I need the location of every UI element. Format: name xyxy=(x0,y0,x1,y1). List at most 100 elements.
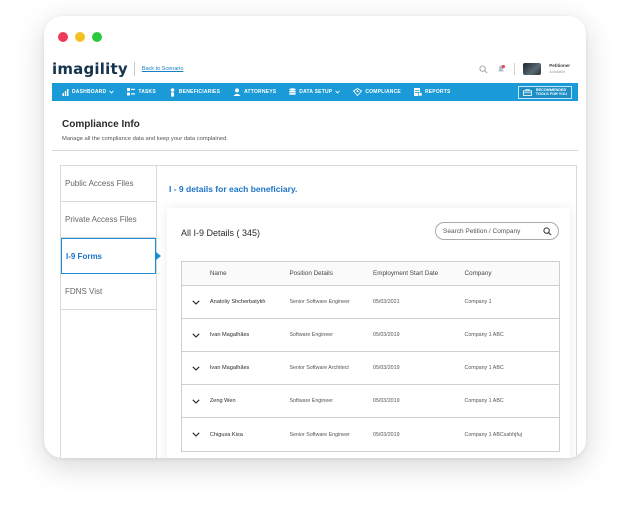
nav-tasks-label: TASKS xyxy=(138,89,156,95)
table-row[interactable]: Anatoliy Shcherbatykh Senior Software En… xyxy=(182,286,559,319)
nav-attorneys[interactable]: ATTORNEYS xyxy=(233,88,276,96)
cell-start-date: 05/03/2019 xyxy=(373,332,400,338)
nav-tasks[interactable]: TASKS xyxy=(127,88,156,96)
nav-beneficiaries-label: BENEFICIARIES xyxy=(178,89,221,95)
nav-reports-label: REPORTS xyxy=(424,89,451,95)
toolbox-icon xyxy=(522,88,532,96)
user-status: Available xyxy=(549,69,566,74)
i9-main: I - 9 details for each beneficiary. All … xyxy=(167,166,576,458)
cell-start-date: 05/03/2019 xyxy=(373,365,400,371)
page-title: Compliance Info xyxy=(62,119,140,130)
cell-start-date: 05/03/2019 xyxy=(373,431,400,438)
header-divider xyxy=(514,63,516,75)
chevron-down-icon xyxy=(335,90,341,94)
sidebar-item-private-access-files[interactable]: Private Access Files xyxy=(61,202,156,238)
nav-dashboard-label: DASHBOARD xyxy=(72,89,107,95)
cell-company: Company 1 ABCsahhjfuj xyxy=(464,431,522,438)
person-icon xyxy=(170,87,175,97)
expand-chevron-icon[interactable] xyxy=(182,299,210,305)
app-window: imagility Back to Scenario Petitioner Av… xyxy=(44,16,586,458)
nav-data-setup[interactable]: DATA SETUP xyxy=(289,88,341,96)
header-actions: Petitioner Available xyxy=(479,63,578,75)
recommended-line-2: TOOLS FOR YOU xyxy=(535,92,567,96)
table-row[interactable]: Ivan Magalhães Senior Software Architect… xyxy=(182,352,559,385)
user-info[interactable]: Petitioner Available xyxy=(549,63,570,75)
close-window-button[interactable] xyxy=(58,32,68,42)
expand-chevron-icon[interactable] xyxy=(182,398,210,404)
column-header-start-date[interactable]: Employment Start Date xyxy=(373,270,465,277)
panel-title: All I-9 Details ( 345) xyxy=(181,228,261,238)
cell-company: Company 1 xyxy=(464,299,492,305)
page-subtitle: Manage all the compliance data and keep … xyxy=(62,136,228,142)
cell-name: Ivan Magalhães xyxy=(209,332,250,338)
tasks-icon xyxy=(127,88,136,96)
sidebar-item-label: I-9 Forms xyxy=(66,251,103,261)
expand-chevron-icon[interactable] xyxy=(182,432,210,437)
search-input[interactable]: Search Petition / Company xyxy=(435,222,559,240)
cell-company: Company 1 ABC xyxy=(464,365,504,371)
i9-details-panel: All I-9 Details ( 345) Search Petition /… xyxy=(167,208,570,458)
main-nav: DASHBOARD TASKS BENEFICIARIES ATTORNEYS … xyxy=(52,83,578,101)
maximize-window-button[interactable] xyxy=(92,32,102,42)
section-title: I - 9 details for each beneficiary. xyxy=(169,184,298,194)
cell-name: Ivan Magalhães xyxy=(209,365,250,371)
cell-name: Anatoliy Shcherbatykh xyxy=(209,299,266,305)
nav-data-setup-label: DATA SETUP xyxy=(299,89,333,95)
table-row[interactable]: Zeng Wen Software Engineer 05/03/2019 Co… xyxy=(182,385,559,418)
database-icon xyxy=(289,88,296,95)
nav-attorneys-label: ATTORNEYS xyxy=(244,89,277,95)
imagility-logo[interactable]: imagility xyxy=(52,60,128,78)
column-header-position[interactable]: Position Details xyxy=(289,270,373,277)
sidebar-item-label: Private Access Files xyxy=(65,215,137,224)
nav-beneficiaries[interactable]: BENEFICIARIES xyxy=(169,87,221,97)
column-header-company[interactable]: Company xyxy=(465,270,560,277)
recommended-tools-button[interactable]: RECOMMENDED TOOLS FOR YOU xyxy=(517,85,572,99)
nav-reports[interactable]: REPORTS xyxy=(413,88,451,96)
column-header-name[interactable]: Name xyxy=(210,270,290,277)
bar-chart-icon xyxy=(62,88,69,96)
nav-compliance-label: COMPLIANCE xyxy=(365,89,401,95)
cell-position: Senior Software Architect xyxy=(289,365,349,371)
sidebar-item-fdns-vist[interactable]: FDNS Vist xyxy=(61,274,156,310)
search-icon[interactable] xyxy=(543,226,552,236)
page-header: Compliance Info Manage all the complianc… xyxy=(62,119,228,142)
compliance-icon xyxy=(353,88,363,96)
sidebar-item-i9-forms[interactable]: I-9 Forms xyxy=(61,238,161,274)
cell-position: Senior Software Engineer xyxy=(289,299,350,305)
expand-chevron-icon[interactable] xyxy=(182,365,210,371)
user-avatar[interactable] xyxy=(523,63,542,75)
sidebar-item-label: FDNS Vist xyxy=(65,287,103,296)
app-header: imagility Back to Scenario Petitioner Av… xyxy=(52,58,578,80)
reports-icon xyxy=(413,88,422,96)
attorney-icon xyxy=(233,88,241,96)
notification-bell-icon[interactable] xyxy=(496,64,506,74)
cell-company: Company 1 ABC xyxy=(464,398,504,404)
cell-name: Chigusa Kisa xyxy=(209,431,243,438)
search-icon[interactable] xyxy=(479,64,488,74)
sidebar-item-label: Public Access Files xyxy=(65,179,134,188)
header-divider-line xyxy=(52,150,578,151)
table-row[interactable]: Ivan Magalhães Software Engineer 05/03/2… xyxy=(182,319,559,352)
cell-position: Software Engineer xyxy=(289,332,334,338)
chevron-down-icon xyxy=(109,90,115,94)
nav-compliance[interactable]: COMPLIANCE xyxy=(353,88,401,96)
sidebar-item-public-access-files[interactable]: Public Access Files xyxy=(61,166,156,202)
cell-start-date: 05/03/2021 xyxy=(373,299,400,305)
window-controls xyxy=(58,32,102,42)
search-placeholder: Search Petition / Company xyxy=(443,227,521,235)
minimize-window-button[interactable] xyxy=(75,32,85,42)
cell-name: Zeng Wen xyxy=(209,398,236,404)
compliance-sidebar: Public Access Files Private Access Files… xyxy=(61,166,161,458)
table-header: Name Position Details Employment Start D… xyxy=(182,262,559,286)
back-to-scenario-link[interactable]: Back to Scenario xyxy=(142,66,184,72)
cell-position: Senior Software Engineer xyxy=(289,431,350,438)
cell-position: Software Engineer xyxy=(289,398,334,404)
logo-divider xyxy=(133,62,135,76)
compliance-content: Public Access Files Private Access Files… xyxy=(60,165,577,458)
table-row[interactable]: Chigusa Kisa Senior Software Engineer 05… xyxy=(182,418,559,451)
expand-chevron-icon[interactable] xyxy=(182,332,210,338)
cell-company: Company 1 ABC xyxy=(464,332,504,338)
cell-start-date: 05/03/2019 xyxy=(373,398,400,404)
i9-table: Name Position Details Employment Start D… xyxy=(181,261,560,452)
nav-dashboard[interactable]: DASHBOARD xyxy=(62,88,115,96)
